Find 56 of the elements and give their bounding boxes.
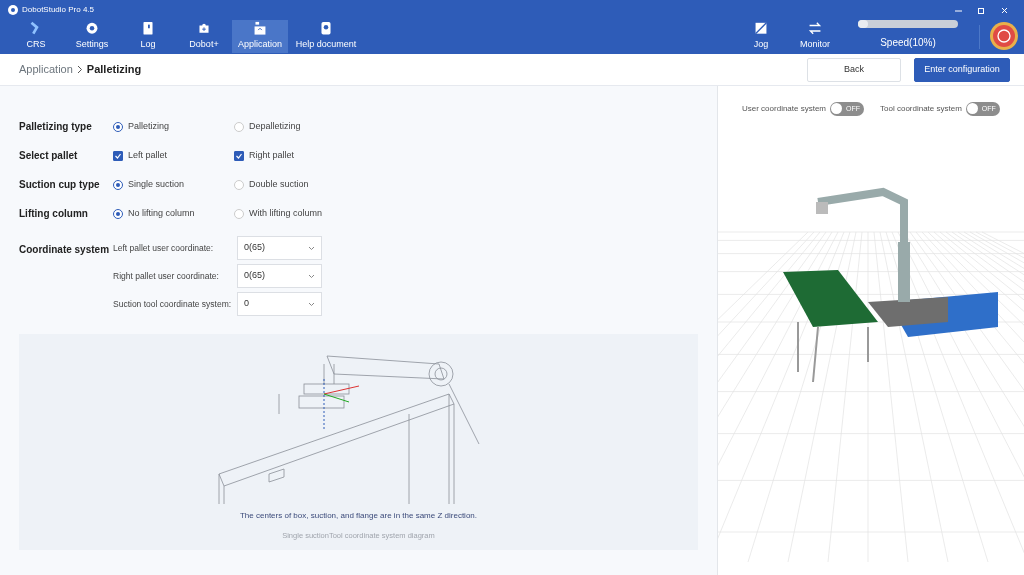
choice-label[interactable]: Right pallet [249, 148, 295, 163]
emergency-stop-button[interactable] [990, 22, 1018, 50]
caret-icon [308, 301, 315, 307]
restore-icon[interactable] [978, 6, 985, 14]
radio-button[interactable] [113, 208, 123, 219]
breadcrumb-current: Palletizing [86, 62, 142, 78]
toolbox-icon [252, 21, 268, 36]
enter-configuration-button[interactable]: Enter configuration [914, 57, 1010, 82]
radio-button[interactable] [113, 121, 123, 132]
breadcrumb-link[interactable]: Application [19, 61, 73, 78]
toolbar-button[interactable]: Monitor [791, 20, 839, 53]
dropdown-field[interactable]: 0(65) [237, 236, 322, 260]
toolbar-button[interactable]: Jog [737, 20, 785, 53]
nav-tab[interactable]: CRS [8, 20, 64, 53]
close-icon[interactable] [1001, 6, 1008, 14]
nav-tab[interactable]: Log [120, 20, 176, 53]
speed-label: Speed(10%) [880, 36, 936, 50]
option-label: Lifting column [19, 207, 89, 221]
jog-icon [753, 21, 769, 36]
dropdown-field[interactable]: 0 [237, 292, 322, 316]
choice-label[interactable]: Single suction [128, 177, 185, 192]
gear-icon [84, 21, 100, 36]
field-label: Left pallet user coordinate: [113, 241, 215, 255]
choice-label[interactable]: Palletizing [128, 119, 170, 134]
caret-icon [308, 273, 315, 279]
choice-label[interactable]: No lifting column [128, 206, 195, 221]
checkbox[interactable] [234, 150, 244, 161]
swap-arrows-icon [807, 21, 823, 36]
checkbox[interactable] [113, 150, 123, 161]
chevron-right-icon [76, 65, 83, 74]
toggle-label: User coordinate system [742, 103, 827, 115]
nav-tab[interactable]: Application [232, 20, 288, 53]
choice-label[interactable]: Depalletizing [249, 119, 301, 134]
field-label: Right pallet user coordinate: [113, 269, 220, 283]
back-button[interactable]: Back [807, 57, 901, 82]
choice-label[interactable]: With lifting column [249, 206, 323, 221]
option-label: Palletizing type [19, 120, 93, 134]
option-label: Coordinate system [19, 243, 111, 257]
diagram-note: The centers of box, suction, and flange are in the same Z direction. [240, 510, 477, 522]
notebook-icon [140, 21, 156, 36]
option-label: Select pallet [19, 149, 79, 163]
choice-label[interactable]: Left pallet [128, 148, 168, 163]
dropdown-field[interactable]: 0(65) [237, 264, 322, 288]
nav-tab[interactable]: Settings [64, 20, 120, 53]
app-logo-icon [8, 5, 18, 15]
window-title: DobotStudio Pro 4.5 [22, 4, 95, 16]
document-icon [318, 21, 334, 36]
field-label: Suction tool coordinate system: [113, 297, 233, 311]
option-label: Suction cup type [19, 178, 101, 192]
toggle-label: Tool coordinate system [880, 103, 962, 115]
radio-button[interactable] [113, 179, 123, 190]
caret-icon [308, 245, 315, 251]
speed-slider[interactable] [858, 20, 958, 28]
choice-label[interactable]: Double suction [249, 177, 309, 192]
nav-tab[interactable]: Help document [288, 20, 364, 53]
nav-tab[interactable]: Dobot+ [176, 20, 232, 53]
